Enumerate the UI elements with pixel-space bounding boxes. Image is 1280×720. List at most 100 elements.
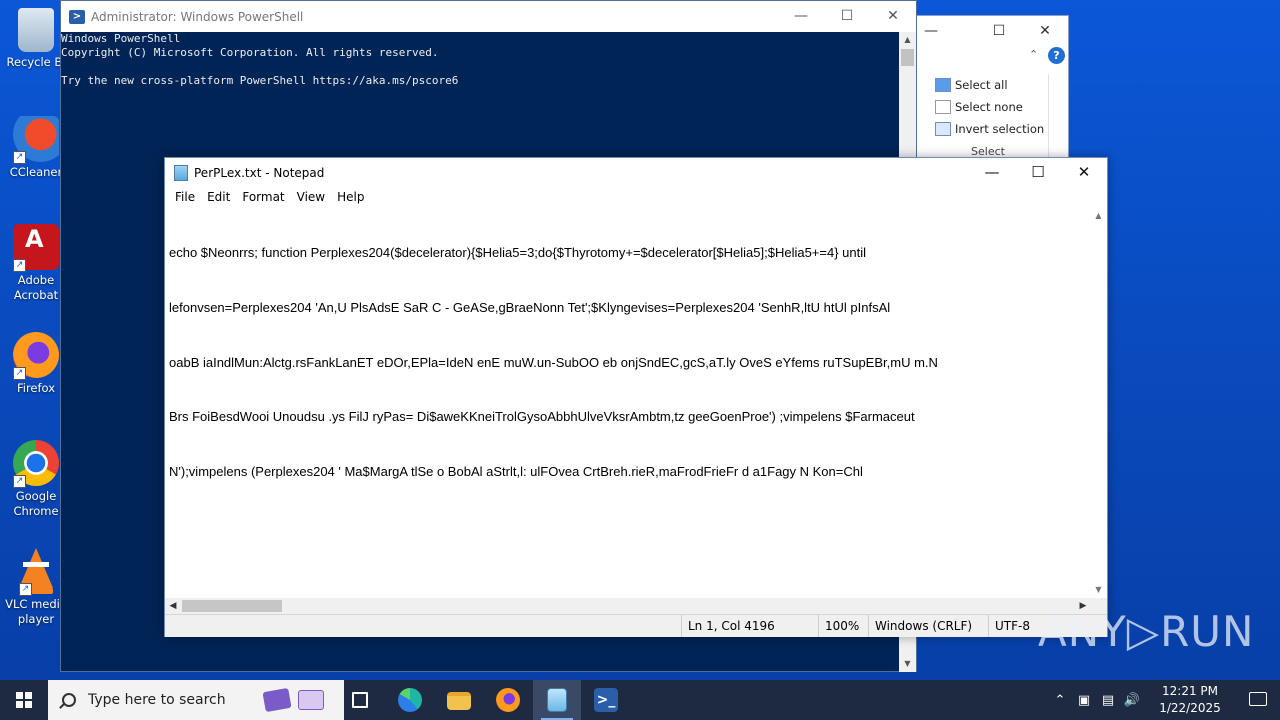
watermark-logo: ANY▷RUN <box>1038 607 1255 656</box>
text-line: N');vimpelens (Perplexes204 ' Ma$MargA t… <box>169 463 863 479</box>
text-editor[interactable]: echo $Neonrrs; function Perplexes204($de… <box>169 208 1091 598</box>
menu-bar: File Edit Format View Help <box>165 187 1107 207</box>
desktop-icon-ccleaner[interactable]: ↗ CCleaner <box>4 116 68 180</box>
taskbar-search-box[interactable]: Type here to search <box>48 680 344 720</box>
maximize-button[interactable]: ☐ <box>987 20 1011 42</box>
collapse-ribbon-icon[interactable]: ⌃ <box>1029 48 1038 61</box>
taskbar-firefox[interactable] <box>484 680 532 720</box>
menu-format[interactable]: Format <box>236 190 290 204</box>
shortcut-arrow-icon: ↗ <box>13 367 26 380</box>
firefox-icon <box>496 688 520 712</box>
desktop-icon-label: VLC media player <box>5 597 67 626</box>
desktop-icon-adobe-acrobat[interactable]: A ↗ Adobe Acrobat <box>4 224 68 303</box>
menu-file[interactable]: File <box>169 190 201 204</box>
notepad-window[interactable]: PerPLex.txt - Notepad — ☐ ✕ File Edit Fo… <box>164 157 1108 637</box>
select-group: Select all Select none Invert selection … <box>927 74 1049 160</box>
volume-icon[interactable]: 🔊 <box>1120 693 1144 708</box>
clock[interactable]: 12:21 PM 1/22/2025 <box>1150 683 1230 717</box>
minimize-button[interactable]: — <box>919 20 943 42</box>
horizontal-scrollbar[interactable]: ◀ ▶ <box>165 598 1091 614</box>
file-explorer-window[interactable]: — ☐ ✕ ⌃ ? Select all Select none Invert … <box>916 15 1069 160</box>
menu-view[interactable]: View <box>291 190 331 204</box>
powershell-icon: > <box>69 9 85 24</box>
explorer-titlebar[interactable]: — ☐ ✕ <box>917 16 1068 46</box>
invert-selection-label: Invert selection <box>955 122 1045 136</box>
console-line: Windows PowerShell <box>61 32 181 45</box>
powershell-titlebar[interactable]: > Administrator: Windows PowerShell — ☐ … <box>61 1 916 32</box>
menu-edit[interactable]: Edit <box>201 190 236 204</box>
notification-icon <box>1249 692 1267 706</box>
start-button[interactable] <box>0 680 48 720</box>
edge-icon <box>398 688 422 712</box>
scroll-left-icon[interactable]: ◀ <box>165 598 181 614</box>
select-none-button[interactable]: Select none <box>927 96 1048 118</box>
select-none-label: Select none <box>955 100 1023 114</box>
text-line: lefonvsen=Perplexes204 'An,U PlsAdsE SaR… <box>169 300 891 316</box>
console-output[interactable]: Windows PowerShell Copyright (C) Microsof… <box>61 32 899 88</box>
show-hidden-icons-icon[interactable]: ⌃ <box>1048 693 1072 708</box>
text-line: echo $Neonrrs; function Perplexes204($de… <box>169 245 867 261</box>
shortcut-arrow-icon: ↗ <box>13 151 26 164</box>
taskbar-file-explorer[interactable] <box>435 680 483 720</box>
vertical-scrollbar[interactable]: ▲ ▼ <box>1090 208 1107 598</box>
search-icon <box>62 693 76 707</box>
status-cursor-position: Ln 1, Col 4196 <box>681 615 811 637</box>
console-line: Try the new cross-platform PowerShell ht… <box>61 74 459 87</box>
desktop-icon-firefox[interactable]: ↗ Firefox <box>4 332 68 396</box>
select-all-button[interactable]: Select all <box>927 74 1048 96</box>
task-view-button[interactable] <box>336 680 384 720</box>
scroll-down-icon[interactable]: ▼ <box>1090 582 1107 598</box>
scroll-up-icon[interactable]: ▲ <box>1090 208 1107 224</box>
scroll-thumb[interactable] <box>901 49 914 66</box>
taskbar-powershell[interactable]: >_ <box>582 680 630 720</box>
scroll-down-icon[interactable]: ▼ <box>899 656 916 672</box>
clock-time: 12:21 PM <box>1162 684 1218 698</box>
desktop-icon-label: Recycle Bi <box>6 55 66 69</box>
invert-selection-button[interactable]: Invert selection <box>927 118 1048 140</box>
windows-logo-icon <box>16 692 32 708</box>
powershell-icon: >_ <box>594 688 618 712</box>
notepad-icon <box>174 164 188 181</box>
close-button[interactable]: ✕ <box>870 1 916 32</box>
ccleaner-icon: ↗ <box>13 116 59 164</box>
select-none-icon <box>935 100 951 114</box>
notepad-titlebar[interactable]: PerPLex.txt - Notepad — ☐ ✕ <box>165 158 1107 187</box>
notification-center-button[interactable] <box>1236 680 1280 720</box>
search-placeholder: Type here to search <box>88 692 226 708</box>
notepad-icon <box>547 688 567 712</box>
scroll-thumb[interactable] <box>182 600 282 612</box>
text-line: oabB iaIndlMun:Alctg.rsFankLanET eDOr,EP… <box>169 354 938 370</box>
maximize-button[interactable]: ☐ <box>1015 158 1061 187</box>
taskbar-edge[interactable] <box>386 680 434 720</box>
network-icon[interactable]: ▤ <box>1096 693 1120 708</box>
desktop-icon-recycle-bin[interactable]: Recycle Bi <box>4 8 68 70</box>
minimize-button[interactable]: — <box>969 158 1015 187</box>
close-button[interactable]: ✕ <box>1033 20 1057 42</box>
ribbon-controls: ⌃ ? <box>917 46 1068 68</box>
taskbar-notepad[interactable] <box>533 680 581 720</box>
maximize-button[interactable]: ☐ <box>824 1 870 32</box>
menu-help[interactable]: Help <box>331 190 370 204</box>
select-all-label: Select all <box>955 78 1008 92</box>
meet-now-icon[interactable]: ▣ <box>1072 693 1096 708</box>
desktop-icon-label: Google Chrome <box>13 489 59 518</box>
text-line: Brs FoiBesdWooi Unoudsu .ys FilJ ryPas= … <box>169 409 915 425</box>
shortcut-arrow-icon: ↗ <box>13 259 26 272</box>
close-button[interactable]: ✕ <box>1061 158 1107 187</box>
shortcut-arrow-icon: ↗ <box>13 475 26 488</box>
desktop-icon-vlc[interactable]: ↗ VLC media player <box>4 548 68 627</box>
folder-icon <box>447 692 471 710</box>
task-view-icon <box>352 692 368 708</box>
desktop-icon-chrome[interactable]: ↗ Google Chrome <box>4 440 68 519</box>
desktop-icon-label: Adobe Acrobat <box>13 273 59 302</box>
help-icon[interactable]: ? <box>1048 47 1065 64</box>
clock-date: 1/22/2025 <box>1159 701 1221 715</box>
search-highlight-icon <box>262 686 332 714</box>
scroll-up-icon[interactable]: ▲ <box>899 32 916 48</box>
chrome-icon: ↗ <box>13 440 59 488</box>
recycle-bin-icon <box>18 8 54 52</box>
desktop-icon-label: Firefox <box>16 381 56 395</box>
window-title: Administrator: Windows PowerShell <box>91 9 304 24</box>
minimize-button[interactable]: — <box>778 1 824 32</box>
